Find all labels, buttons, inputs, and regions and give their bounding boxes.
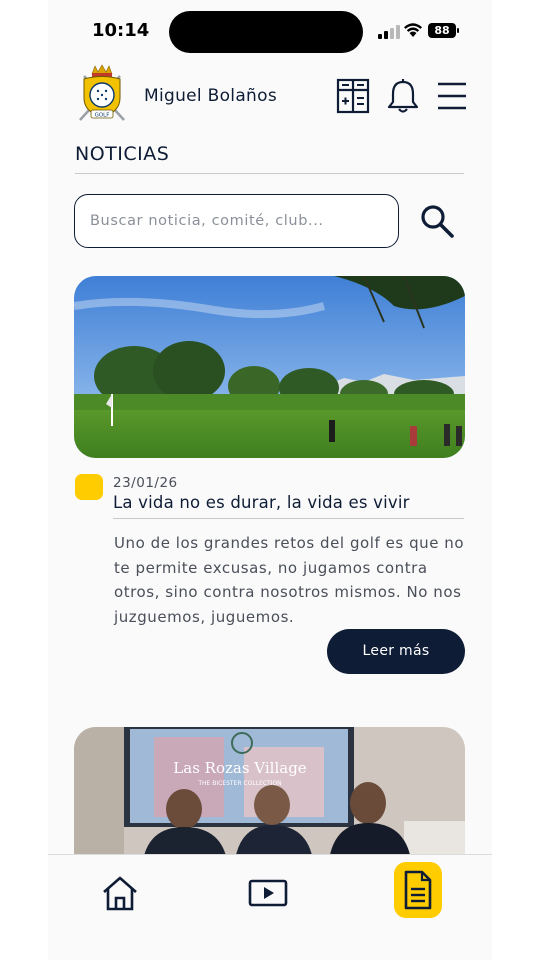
news-excerpt: Uno de los grandes retos del golf es que… xyxy=(114,534,465,626)
search-icon[interactable] xyxy=(418,202,456,240)
user-name: Miguel Bolaños xyxy=(144,86,277,106)
status-bar: 10:14 88 xyxy=(0,0,540,62)
svg-text:Las Rozas Village: Las Rozas Village xyxy=(173,759,307,777)
news-divider xyxy=(113,518,464,519)
svg-text:GOLF: GOLF xyxy=(95,113,110,119)
read-more-button[interactable]: Leer más xyxy=(327,629,465,674)
title-divider xyxy=(75,173,464,174)
home-icon xyxy=(103,876,137,911)
search-input[interactable] xyxy=(75,195,398,247)
news-image[interactable] xyxy=(74,276,465,458)
news-image-2[interactable]: Las Rozas Village THE BICESTER COLLECTIO… xyxy=(74,727,465,867)
club-logo: GOLF xyxy=(79,64,125,121)
nav-video[interactable] xyxy=(244,869,292,917)
battery-indicator: 88 xyxy=(428,23,459,38)
search-field[interactable] xyxy=(74,194,399,248)
nav-home[interactable] xyxy=(96,869,144,917)
video-icon xyxy=(248,879,288,907)
news-date: 23/01/26 xyxy=(113,475,178,491)
menu-icon[interactable] xyxy=(436,78,470,114)
calculator-icon[interactable] xyxy=(336,78,370,114)
bell-icon[interactable] xyxy=(386,78,420,114)
document-icon xyxy=(404,870,432,910)
bottom-navigation xyxy=(48,854,492,960)
dynamic-island xyxy=(169,11,363,53)
news-title[interactable]: La vida no es durar, la vida es vivir xyxy=(113,493,410,512)
page-title: NOTICIAS xyxy=(75,143,170,165)
status-time: 10:14 xyxy=(92,20,150,41)
signal-icon xyxy=(378,25,400,39)
wifi-icon xyxy=(404,23,422,37)
nav-news[interactable] xyxy=(394,862,442,918)
category-badge xyxy=(75,474,103,500)
